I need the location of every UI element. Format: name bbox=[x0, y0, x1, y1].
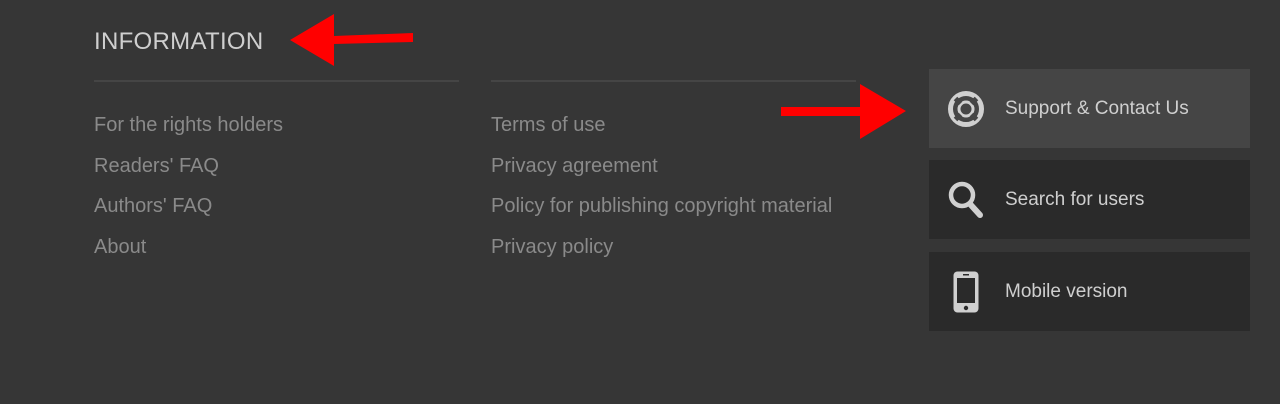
link-authors-faq-text[interactable]: Authors' FAQ bbox=[94, 195, 212, 217]
link-authors-faq[interactable]: Authors' FAQ bbox=[94, 192, 459, 233]
links-column-left: For the rights holders Readers' FAQ Auth… bbox=[94, 80, 459, 273]
lifebuoy-icon bbox=[946, 87, 986, 131]
link-privacy-agreement-text[interactable]: Privacy agreement bbox=[491, 155, 658, 177]
annotation-arrow-right-icon bbox=[781, 84, 906, 139]
annotation-arrow-left-icon bbox=[290, 14, 413, 66]
search-users-label: Search for users bbox=[1005, 188, 1145, 210]
section-title: INFORMATION bbox=[94, 28, 264, 55]
link-terms-of-use-text[interactable]: Terms of use bbox=[491, 114, 605, 136]
link-copyright-policy-text[interactable]: Policy for publishing copyright material bbox=[491, 195, 832, 217]
link-readers-faq-text[interactable]: Readers' FAQ bbox=[94, 155, 219, 177]
link-privacy-agreement[interactable]: Privacy agreement bbox=[491, 152, 856, 193]
link-about[interactable]: About bbox=[94, 233, 459, 274]
link-copyright-policy[interactable]: Policy for publishing copyright material bbox=[491, 192, 856, 233]
mobile-version-label: Mobile version bbox=[1005, 280, 1128, 302]
link-rights-holders[interactable]: For the rights holders bbox=[94, 111, 459, 152]
mobile-version-button[interactable]: Mobile version bbox=[929, 252, 1250, 331]
links-list-left: For the rights holders Readers' FAQ Auth… bbox=[94, 82, 459, 273]
search-users-button[interactable]: Search for users bbox=[929, 160, 1250, 239]
support-contact-button[interactable]: Support & Contact Us bbox=[929, 69, 1250, 148]
link-readers-faq[interactable]: Readers' FAQ bbox=[94, 152, 459, 193]
link-privacy-policy-text[interactable]: Privacy policy bbox=[491, 236, 613, 258]
smartphone-icon bbox=[946, 270, 986, 314]
link-privacy-policy[interactable]: Privacy policy bbox=[491, 233, 856, 274]
search-icon bbox=[946, 178, 986, 222]
link-about-text[interactable]: About bbox=[94, 236, 146, 258]
link-rights-holders-text[interactable]: For the rights holders bbox=[94, 114, 283, 136]
support-contact-label: Support & Contact Us bbox=[1005, 97, 1189, 119]
